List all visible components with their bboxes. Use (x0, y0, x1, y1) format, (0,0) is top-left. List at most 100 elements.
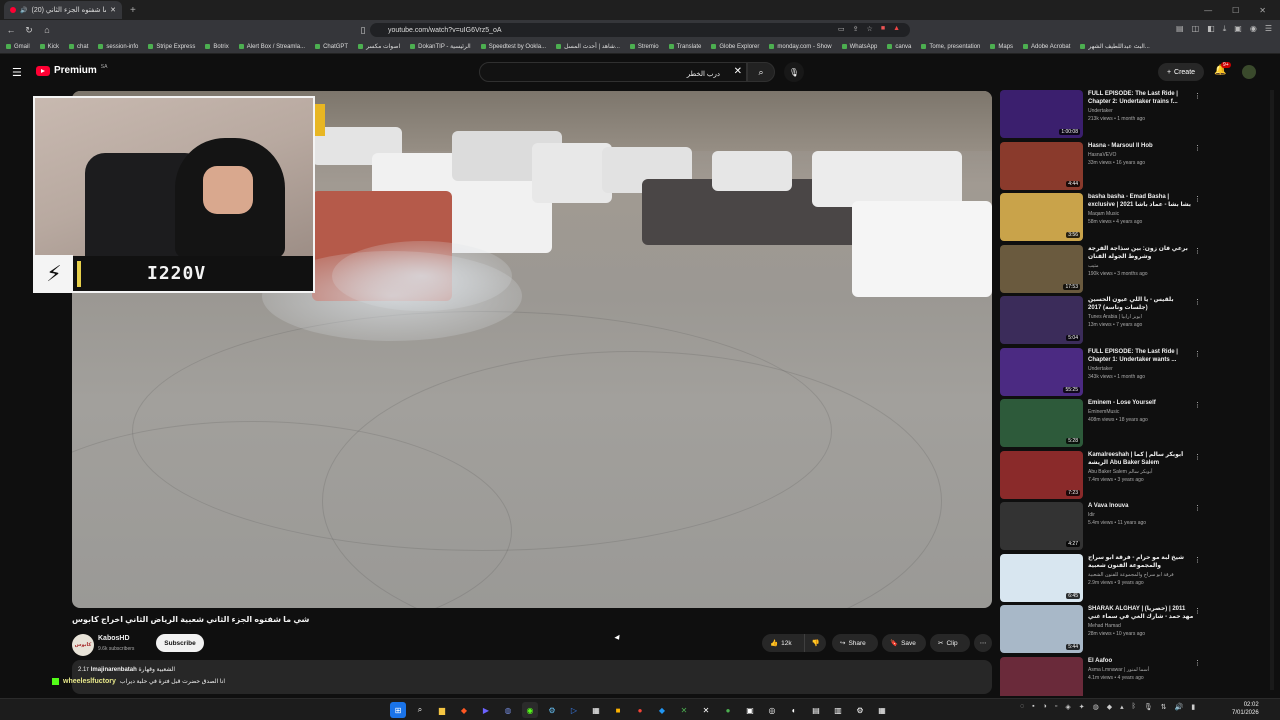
subscribe-button[interactable]: Subscribe (156, 634, 204, 652)
bookmark-item[interactable]: canva (887, 44, 911, 50)
more-options-icon[interactable]: ⋮ (1194, 453, 1201, 461)
search-input[interactable] (480, 65, 720, 83)
description-box[interactable]: 2.1т lmajinarenbatah الشعبية وقهارة (72, 660, 992, 694)
discord-icon[interactable]: ◍ (500, 702, 516, 718)
recommendation-thumbnail[interactable]: 5:28 (1000, 399, 1083, 447)
recommendation-channel[interactable]: EminemMusic (1088, 409, 1194, 415)
extension-triangle-icon[interactable]: ▲ (893, 25, 900, 33)
recommendation-item[interactable]: 3:56 basha basha - Emad Basha | exclusiv… (1000, 193, 1205, 245)
close-tab-icon[interactable]: ✕ (110, 6, 116, 14)
more-options-icon[interactable]: ⋮ (1194, 92, 1201, 100)
menu-icon[interactable]: ☰ (12, 66, 22, 79)
dislike-button[interactable]: 👎 (804, 634, 826, 652)
steam-icon[interactable]: ⚙ (544, 702, 560, 718)
bookmark-item[interactable]: chat (69, 44, 88, 50)
recommendation-channel[interactable]: HasnaVEVO (1088, 152, 1194, 158)
recommendation-thumbnail[interactable]: 5:44 (1000, 605, 1083, 653)
app-icon[interactable]: ✕ (698, 702, 714, 718)
recommendation-channel[interactable]: Maqam Music (1088, 211, 1194, 217)
like-button[interactable]: 👍 12k (762, 634, 804, 652)
clip-button[interactable]: ✂ Clip (930, 634, 970, 652)
recommendation-item[interactable]: 5:28 Eminem - Lose Yourself EminemMusic … (1000, 399, 1205, 451)
recommendation-item[interactable]: 5:44 SHARAK ALGHAY | (حصرياً) 2011 | مهد… (1000, 605, 1205, 657)
recommendation-channel[interactable]: Abu Baker Salem أبوبكر سالم (1088, 469, 1194, 475)
recommendation-thumbnail[interactable]: 17:53 (1000, 244, 1083, 293)
app-icon[interactable]: ● (632, 702, 648, 718)
bookmark-item[interactable]: session-info (98, 44, 138, 50)
app-icon[interactable]: ▥ (830, 702, 846, 718)
url-bar[interactable]: youtube.com/watch?v=uIG6Vrz5_oA (370, 23, 910, 37)
recommendation-title[interactable]: basha basha - Emad Basha | exclusive | 2… (1088, 193, 1194, 209)
more-options-icon[interactable]: ⋮ (1194, 350, 1201, 358)
bookmark-item[interactable]: monday.com - Show (769, 44, 832, 50)
account-avatar[interactable] (1242, 65, 1256, 79)
extensions-icon[interactable]: ◫ (1192, 24, 1200, 34)
more-options-icon[interactable]: ⋮ (1194, 247, 1201, 255)
recommendation-channel[interactable]: Asma Lmnawar | أسما لمنور (1088, 667, 1194, 673)
recommendation-title[interactable]: Kamalreeshah | أبوبكر سالم | كما الريشة … (1088, 451, 1194, 467)
back-icon[interactable]: ← (4, 23, 18, 37)
recommendation-title[interactable]: بلقيس - يا اللي عيون الحسين (جلسات وناسة… (1088, 296, 1194, 312)
recommendation-item[interactable]: 5:04 بلقيس - يا اللي عيون الحسين (جلسات … (1000, 296, 1205, 348)
bookmark-item[interactable]: Kick (39, 44, 59, 50)
speaker-icon[interactable]: 🔊 (20, 7, 27, 14)
taskbar-search-icon[interactable]: ⌕ (412, 702, 428, 718)
recommendation-channel[interactable]: Mehad Hamad (1088, 623, 1194, 629)
app-icon[interactable]: ◆ (654, 702, 670, 718)
recommendation-channel[interactable]: Tunes Arabia | ايوبز ارابيا (1088, 314, 1194, 320)
network-icon[interactable]: ⇅ (1161, 703, 1167, 711)
sidebar-icon[interactable]: ▤ (1176, 24, 1184, 34)
recommendation-thumbnail[interactable]: 4:27 (1000, 502, 1083, 550)
save-button[interactable]: 🔖 Save (882, 634, 926, 652)
search-button[interactable]: ⌕ (747, 62, 775, 82)
recommendation-channel[interactable]: فرقة ابو سراج والمجموعة للفنون الشعبية (1088, 572, 1194, 578)
bookmark-item[interactable]: DokanTIP - الرئيسية (410, 43, 471, 50)
bookmark-item[interactable]: Globe Explorer (711, 44, 759, 50)
xbox-icon[interactable]: ✕ (676, 702, 692, 718)
recommendation-channel[interactable]: Idir (1088, 512, 1194, 518)
recommendation-title[interactable]: SHARAK ALGHAY | (حصرياً) 2011 | مهد حمد … (1088, 605, 1194, 621)
history-icon[interactable]: ◧ (1207, 24, 1215, 34)
bookmark-item[interactable]: Translate (668, 44, 701, 50)
recommendation-title[interactable]: FULL EPISODE: The Last Ride | Chapter 1:… (1088, 348, 1194, 364)
voice-search-button[interactable]: 🎙 (784, 62, 804, 82)
minimize-icon[interactable]: — (1204, 6, 1212, 15)
obs-icon[interactable]: ◉ (522, 702, 538, 718)
bookmark-item[interactable]: Speedtest by Ookla... (480, 44, 546, 50)
recommendation-item[interactable]: 6:45 شيخ لبة مو حرام - فرقة ابو سراج وال… (1000, 553, 1205, 606)
bookmark-item[interactable]: شاهد | أحدث المسل... (556, 43, 620, 50)
tray-icon[interactable]: ◈ (1065, 703, 1070, 711)
channel-avatar[interactable]: كابوس (72, 634, 94, 656)
screen-icon[interactable]: ▭ (838, 25, 845, 33)
tray-icon[interactable]: ▪ (1032, 703, 1034, 711)
recommendation-item[interactable]: 4:27 A Vava Inouva Idir 5.4m views • 11 … (1000, 502, 1205, 554)
recommendation-channel[interactable]: مثيب (1088, 263, 1194, 269)
more-options-icon[interactable]: ⋮ (1194, 401, 1201, 409)
recommendation-item[interactable]: 4:23 El Aafoo Asma Lmnawar | أسما لمنور … (1000, 656, 1205, 696)
app-icon[interactable]: ■ (610, 702, 626, 718)
bookmark-item[interactable]: البث عبداللطيف الشهر... (1080, 43, 1150, 50)
bookmark-item[interactable]: Adobe Acrobat (1023, 44, 1070, 50)
recommendation-thumbnail[interactable]: 4:23 (1000, 656, 1083, 696)
more-options-icon[interactable]: ⋮ (1194, 195, 1201, 203)
recommendation-thumbnail[interactable]: 7:23 (1000, 450, 1083, 499)
star-icon[interactable]: ☆ (867, 25, 873, 33)
youtube-logo[interactable]: Premium SA (36, 64, 107, 76)
tray-icon[interactable]: ◑ (1043, 703, 1047, 711)
tray-icon[interactable]: ▫ (1055, 703, 1057, 711)
bookmark-item[interactable]: Alert Box / Streamla... (238, 44, 305, 50)
scrollbar[interactable] (1270, 90, 1274, 690)
recommendation-thumbnail[interactable]: 4:44 (1000, 141, 1083, 190)
app-icon[interactable]: ▦ (874, 702, 890, 718)
file-explorer-icon[interactable]: ▆ (434, 702, 450, 718)
bookmark-item[interactable]: WhatsApp (841, 44, 877, 50)
settings-icon[interactable]: ☰ (1265, 24, 1272, 34)
recommendation-channel[interactable]: Undertaker (1088, 366, 1194, 372)
more-actions-button[interactable]: ⋯ (974, 634, 992, 652)
recommendation-title[interactable]: Hasna - Marsoul Il Hob (1088, 142, 1194, 150)
more-options-icon[interactable]: ⋮ (1194, 659, 1201, 667)
share-button[interactable]: ↪ Share (832, 634, 878, 652)
recommendation-thumbnail[interactable]: 1:00:08 (1000, 90, 1083, 138)
recommendation-title[interactable]: برعي فان زون: بين سذاجة الفرجة وشروط الج… (1088, 245, 1194, 261)
create-button[interactable]: + Create (1158, 63, 1204, 81)
